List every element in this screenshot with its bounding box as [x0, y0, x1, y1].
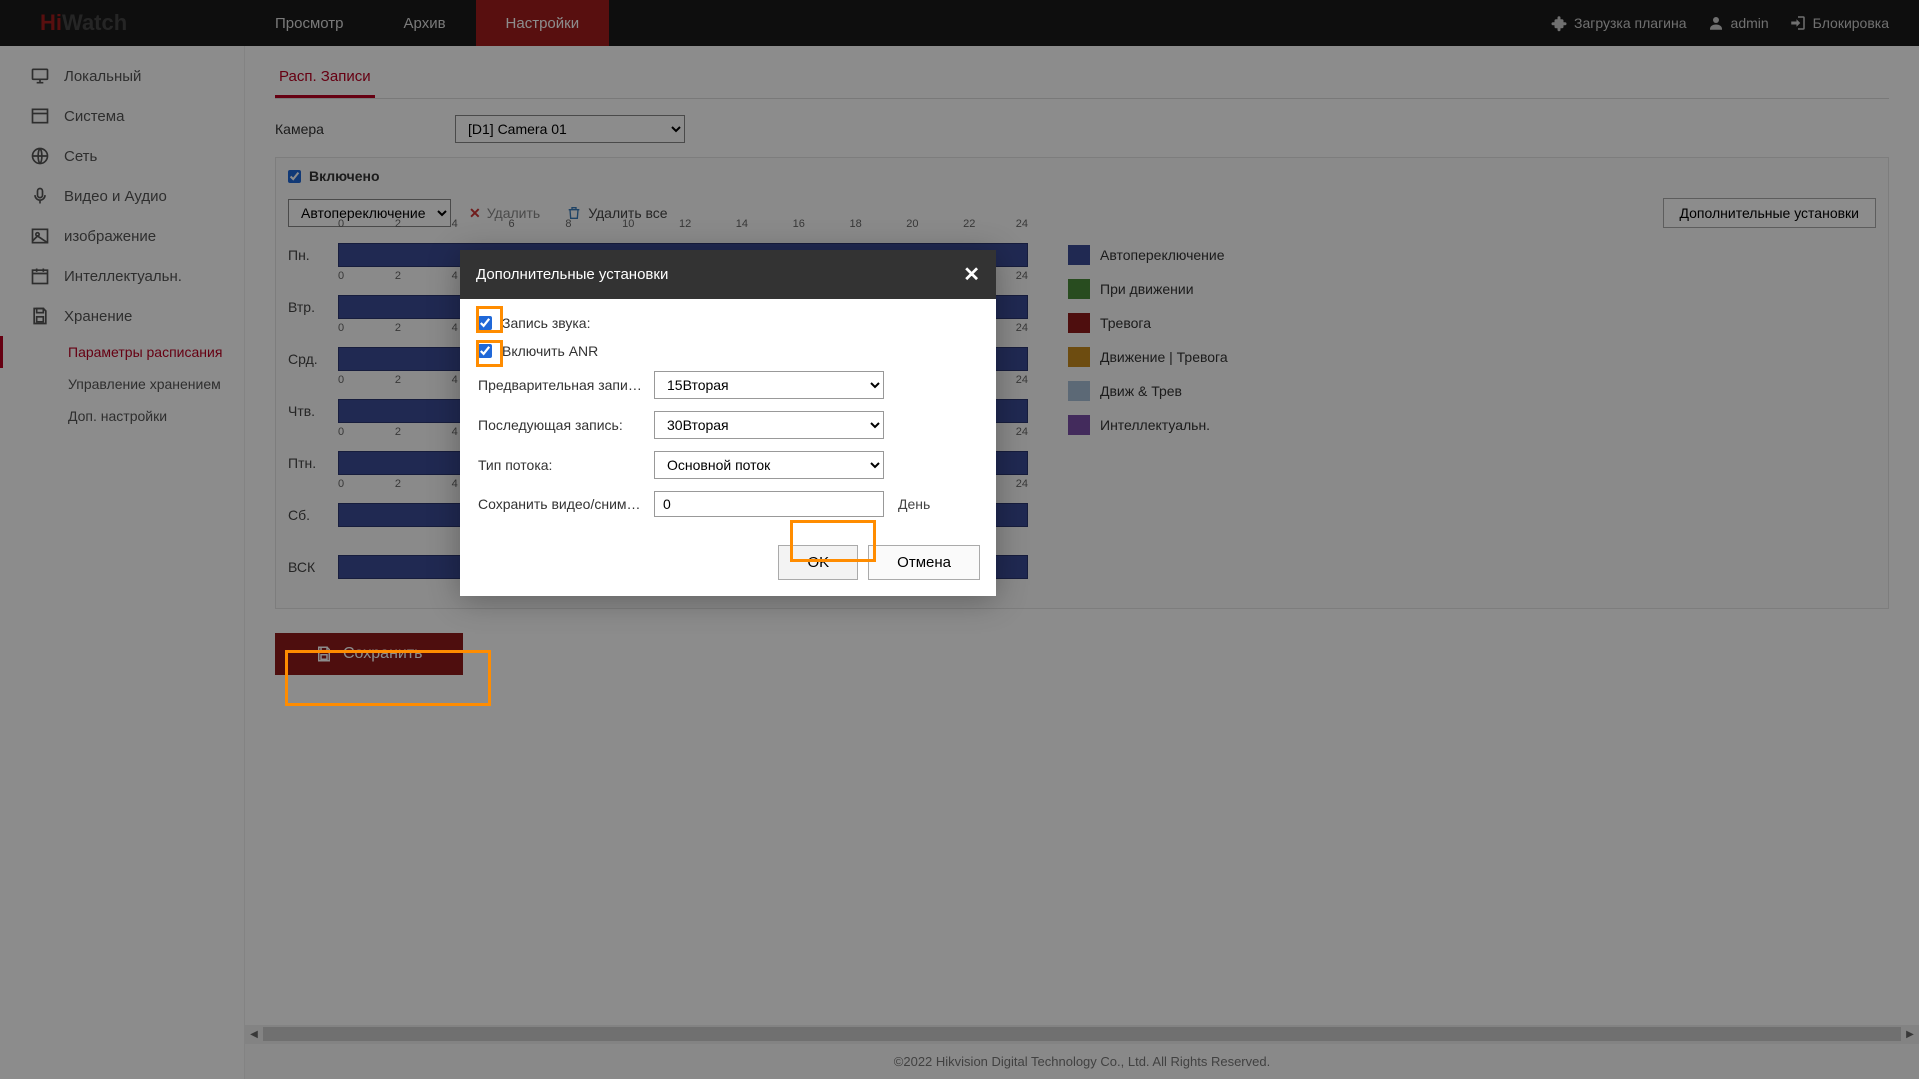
stream-type-label: Тип потока: [478, 457, 644, 473]
modal-title: Дополнительные установки [476, 266, 668, 283]
ok-button[interactable]: OK [778, 545, 858, 580]
close-icon[interactable]: ✕ [963, 262, 980, 287]
expiry-row: Сохранить видео/снимк… День [478, 491, 978, 517]
modal-body: Запись звука: Включить ANR Предварительн… [460, 299, 996, 537]
record-audio-label: Запись звука: [502, 315, 590, 331]
advanced-settings-modal: Дополнительные установки ✕ Запись звука:… [460, 250, 996, 596]
pre-record-select[interactable]: 15Вторая [654, 371, 884, 399]
post-record-label: Последующая запись: [478, 417, 644, 433]
pre-record-row: Предварительная запись: 15Вторая [478, 371, 978, 399]
pre-record-label: Предварительная запись: [478, 377, 644, 393]
expiry-label: Сохранить видео/снимк… [478, 496, 644, 512]
enable-anr-checkbox[interactable] [478, 344, 492, 358]
record-audio-checkbox[interactable] [478, 316, 492, 330]
enable-anr-row: Включить ANR [478, 343, 978, 359]
stream-type-select[interactable]: Основной поток [654, 451, 884, 479]
stream-type-row: Тип потока: Основной поток [478, 451, 978, 479]
modal-footer: OK Отмена [460, 537, 996, 596]
expiry-unit: День [898, 496, 930, 512]
expiry-input[interactable] [654, 491, 884, 517]
post-record-select[interactable]: 30Вторая [654, 411, 884, 439]
enable-anr-label: Включить ANR [502, 343, 598, 359]
modal-header: Дополнительные установки ✕ [460, 250, 996, 299]
post-record-row: Последующая запись: 30Вторая [478, 411, 978, 439]
cancel-button[interactable]: Отмена [868, 545, 980, 580]
record-audio-row: Запись звука: [478, 315, 978, 331]
